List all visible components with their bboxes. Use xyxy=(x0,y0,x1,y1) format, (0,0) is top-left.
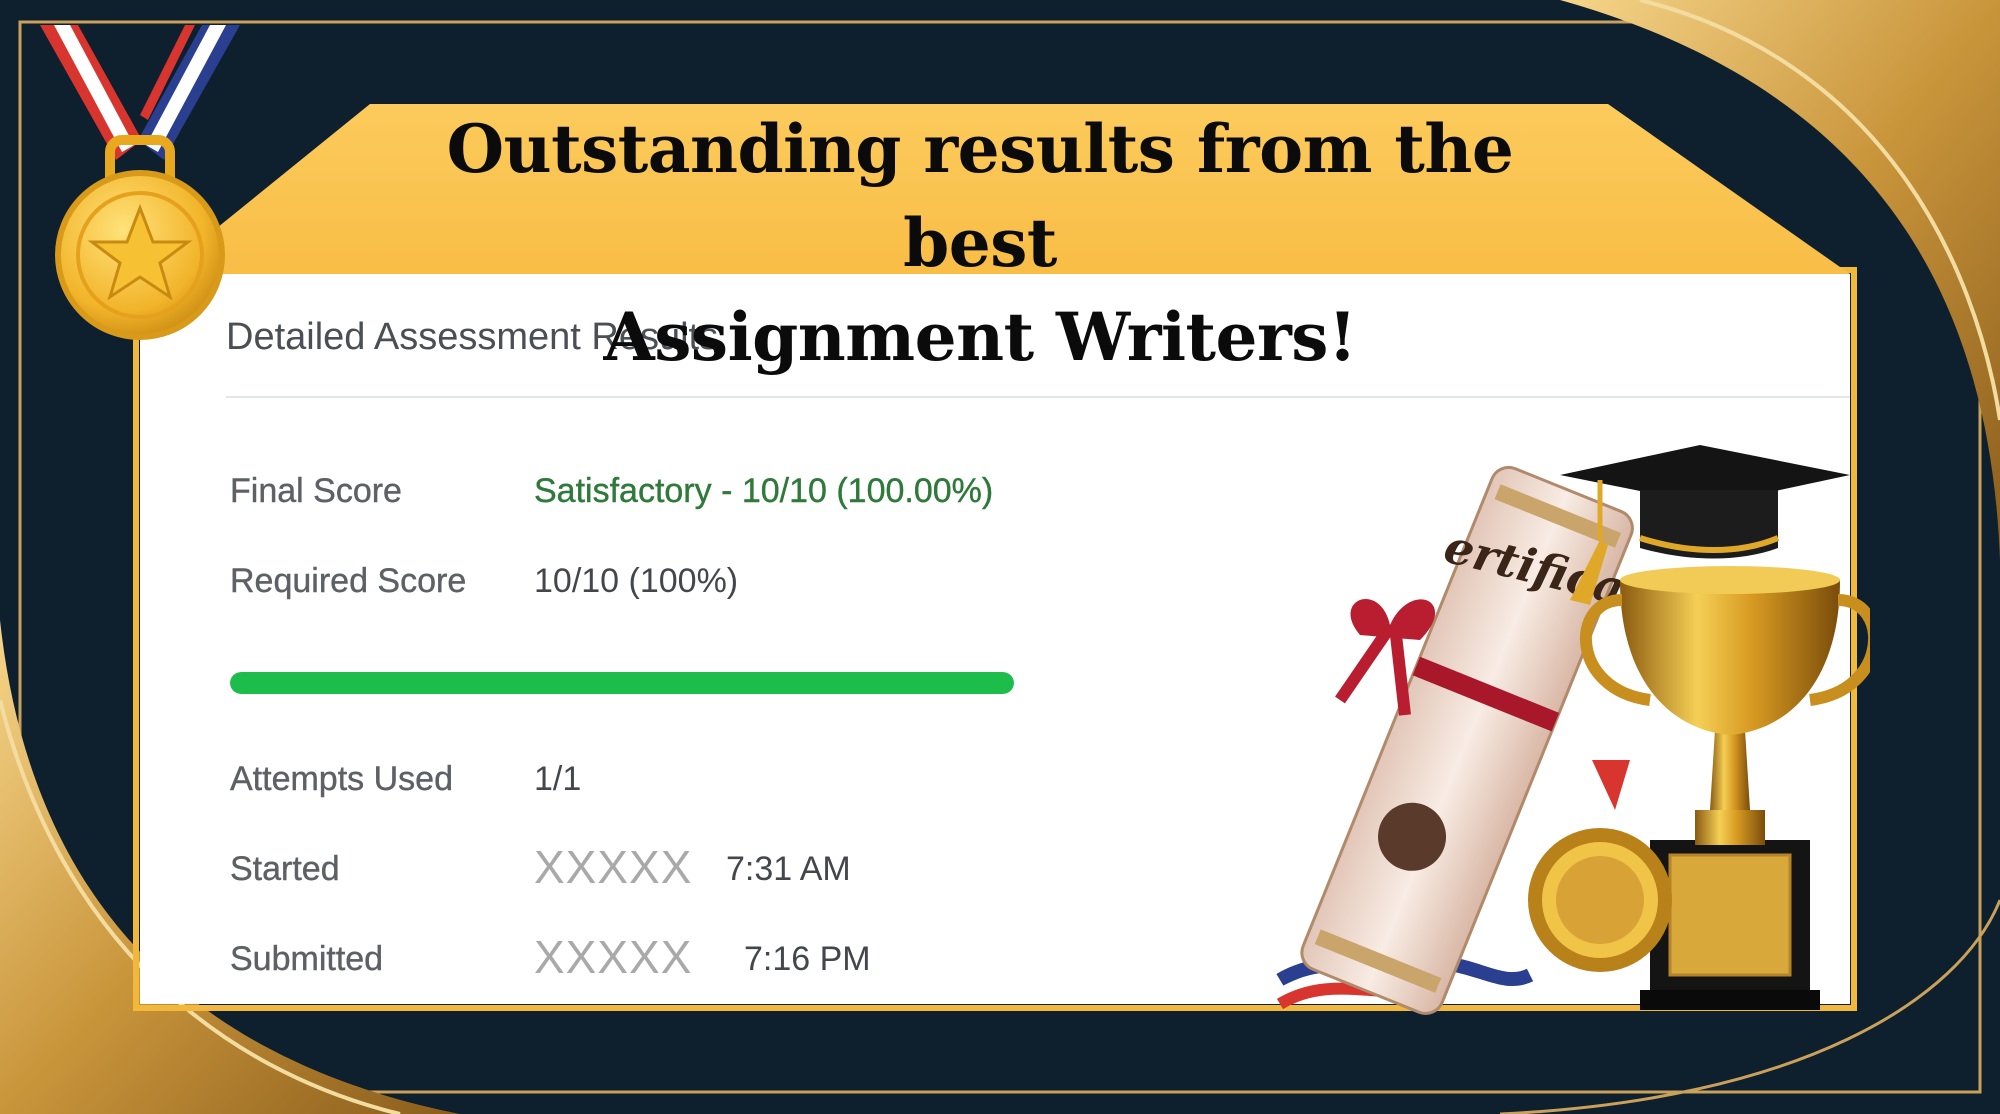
final-score-value: Satisfactory - 10/10 (100.00%) xyxy=(534,472,994,510)
banner-line-1: Outstanding results from the best xyxy=(446,110,1514,282)
score-progress-fill xyxy=(230,672,1014,694)
banner-headline: Outstanding results from the best Assign… xyxy=(380,102,1580,384)
final-score-label: Final Score xyxy=(230,472,402,510)
started-label: Started xyxy=(230,850,340,888)
score-progress-bar xyxy=(230,672,1014,694)
submitted-date-redacted: XXXXX xyxy=(534,931,693,983)
awards-illustration: ertifica xyxy=(1276,445,1870,1015)
submitted-time: 7:16 PM xyxy=(744,940,871,978)
required-score-label: Required Score xyxy=(230,562,467,600)
medal-icon xyxy=(40,25,240,340)
started-date-redacted: XXXXX xyxy=(534,841,693,893)
attempts-used-label: Attempts Used xyxy=(230,760,453,798)
started-time: 7:31 AM xyxy=(726,850,851,888)
required-score-value: 10/10 (100%) xyxy=(534,562,739,600)
submitted-label: Submitted xyxy=(230,940,384,978)
attempts-used-value: 1/1 xyxy=(534,760,582,798)
title-divider xyxy=(226,396,1850,398)
banner-line-2: Assignment Writers! xyxy=(603,298,1357,376)
gold-medal-icon xyxy=(1528,760,1672,972)
